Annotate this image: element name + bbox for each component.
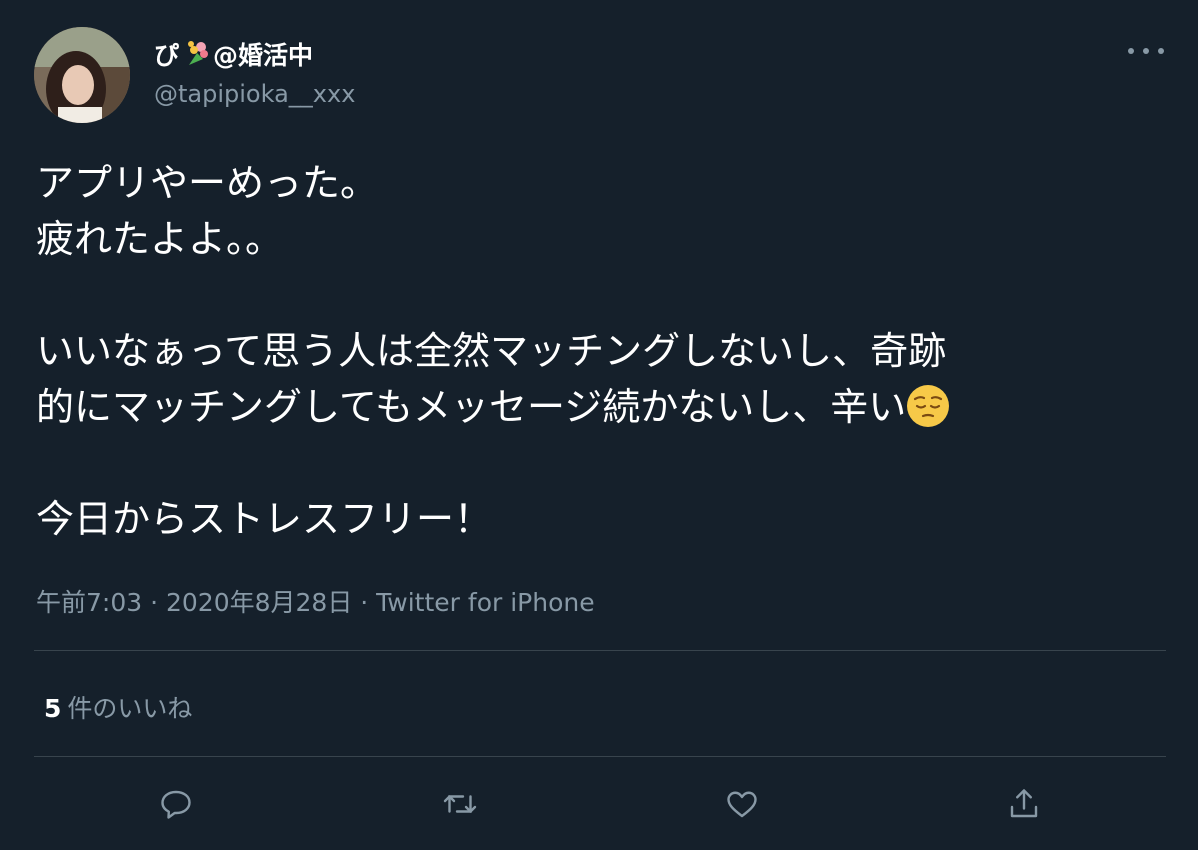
tweet-line: アプリやーめった。 xyxy=(36,161,379,205)
display-name-prefix: ぴ xyxy=(154,41,180,70)
pensive-face-icon xyxy=(907,385,950,427)
tweet-line: 今日からストレスフリー！ xyxy=(36,497,493,541)
display-name[interactable]: ぴ @婚活中 xyxy=(154,36,313,72)
dot xyxy=(1143,48,1149,54)
share-button[interactable] xyxy=(1004,784,1044,824)
reply-icon xyxy=(161,790,191,819)
likes-summary[interactable]: 5 件のいいね xyxy=(44,689,192,725)
retweet-button[interactable] xyxy=(440,784,480,824)
likes-label: 件のいいね xyxy=(67,694,193,723)
dot xyxy=(1158,48,1164,54)
bouquet-icon xyxy=(188,41,209,65)
avatar-photo xyxy=(34,27,130,123)
display-name-suffix: @婚活中 xyxy=(213,41,314,70)
tweet-line: 疲れたよよ。。 xyxy=(36,217,284,261)
divider xyxy=(34,756,1166,757)
dot xyxy=(1128,48,1134,54)
tweet-meta[interactable]: 午前7:03 · 2020年8月28日 · Twitter for iPhone xyxy=(36,583,595,619)
tweet-text: アプリやーめった。 疲れたよよ。。 いいなぁって思う人は全然マッチングしないし、… xyxy=(36,155,1166,547)
user-handle[interactable]: @tapipioka__xxx xyxy=(154,80,355,108)
share-icon xyxy=(1010,789,1038,818)
more-options-icon[interactable] xyxy=(1128,38,1164,64)
like-button[interactable] xyxy=(722,784,762,824)
reply-button[interactable] xyxy=(156,784,196,824)
tweet-line: いいなぁって思う人は全然マッチングしないし、奇跡 xyxy=(36,329,947,373)
retweet-icon xyxy=(443,795,477,813)
tweet-line-text: 的にマッチングしてもメッセージ続かないし、辛い xyxy=(36,385,907,429)
likes-count: 5 xyxy=(44,694,62,723)
like-icon xyxy=(727,791,757,818)
divider xyxy=(34,650,1166,651)
avatar[interactable] xyxy=(34,27,130,123)
tweet-line-with-emoji: 的にマッチングしてもメッセージ続かないし、辛い xyxy=(36,379,1166,435)
